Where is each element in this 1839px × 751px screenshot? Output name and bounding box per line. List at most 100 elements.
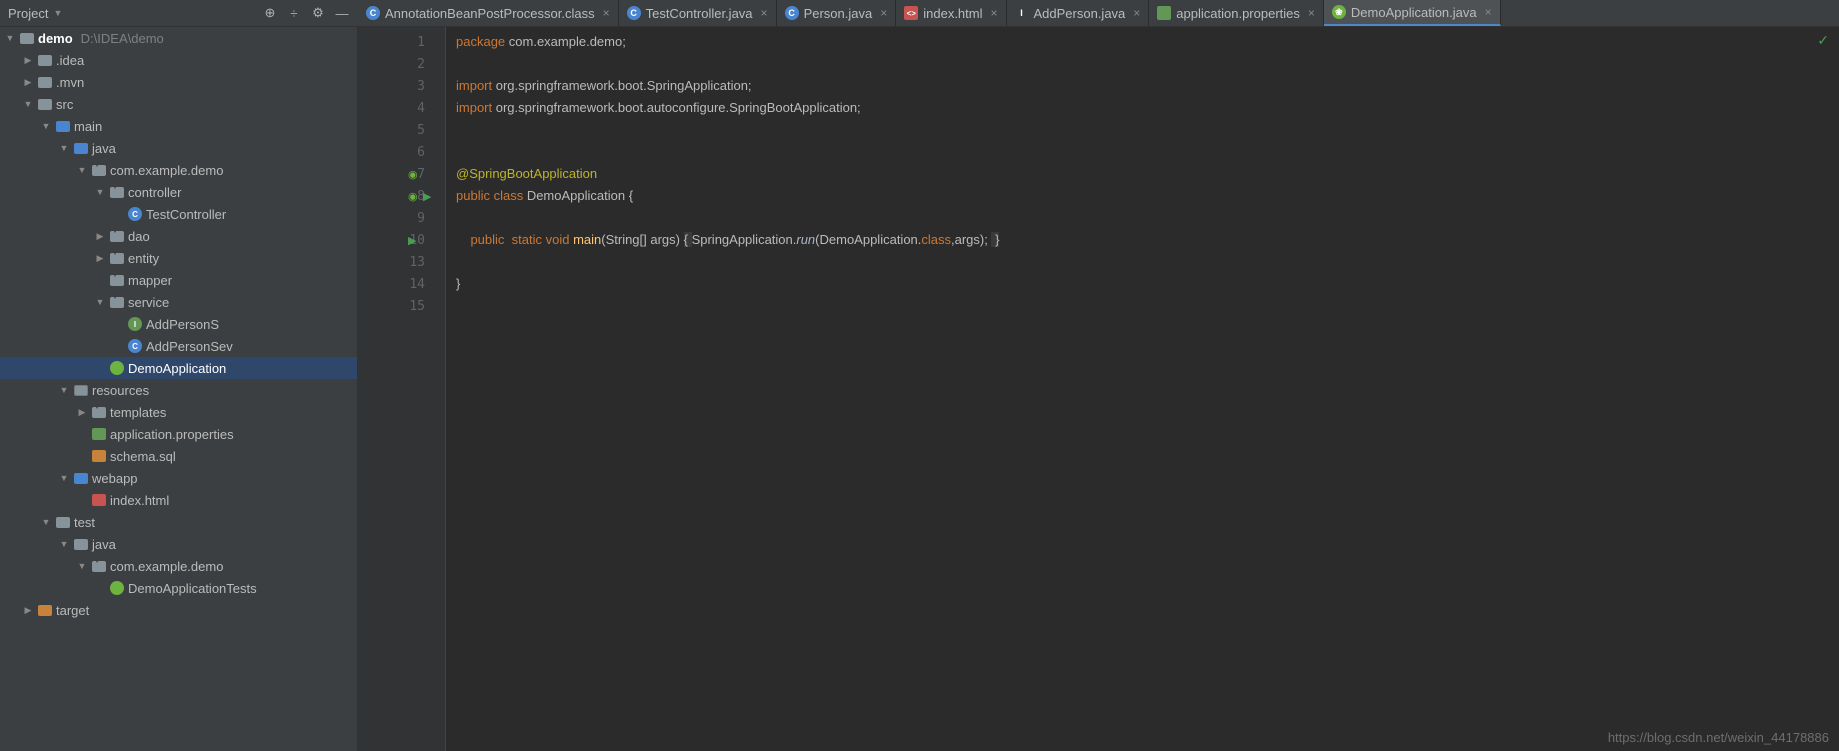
tree-node[interactable]: ▶CTestController xyxy=(0,203,357,225)
settings-icon[interactable]: ⚙ xyxy=(310,5,326,21)
line-number[interactable]: 3 xyxy=(358,75,445,97)
tree-node[interactable]: ▼ java xyxy=(0,533,357,555)
tree-node[interactable]: ▶.mvn xyxy=(0,71,357,93)
tree-arrow-icon[interactable]: ▼ xyxy=(4,33,16,43)
java-file-icon: C xyxy=(785,6,799,20)
close-icon[interactable]: × xyxy=(1485,5,1492,19)
gutter-config-icon[interactable]: ◉ xyxy=(408,190,418,203)
props-file-icon xyxy=(1157,6,1171,20)
tree-arrow-icon[interactable]: ▶ xyxy=(22,605,34,616)
code-content[interactable]: package com.example.demo; import org.spr… xyxy=(446,27,1839,751)
run-method-icon[interactable]: ▶ xyxy=(408,234,416,247)
tree-node[interactable]: ▶ templates xyxy=(0,401,357,423)
tree-node[interactable]: ▼com.example.demo xyxy=(0,555,357,577)
close-icon[interactable]: × xyxy=(603,6,610,20)
tree-node[interactable]: ▶dao xyxy=(0,225,357,247)
tree-node[interactable]: ▼java xyxy=(0,137,357,159)
tree-arrow-icon[interactable]: ▼ xyxy=(40,121,52,131)
tree-arrow-icon[interactable]: ▼ xyxy=(94,187,106,197)
tree-arrow-icon[interactable]: ▼ xyxy=(58,143,70,153)
code-keyword: import xyxy=(456,78,492,93)
tree-arrow-icon[interactable]: ▶ xyxy=(94,253,106,264)
tree-node[interactable]: ▼demoD:\IDEA\demo xyxy=(0,27,357,49)
editor-tab[interactable]: <>index.html× xyxy=(896,0,1006,26)
code-keyword: package xyxy=(456,34,505,49)
tree-node[interactable]: ▼resources xyxy=(0,379,357,401)
inspection-ok-icon[interactable]: ✓ xyxy=(1817,32,1829,49)
tree-arrow-icon[interactable]: ▼ xyxy=(40,517,52,527)
tree-node[interactable]: ▼main xyxy=(0,115,357,137)
gutter-spring-icon[interactable]: ◉ xyxy=(408,168,418,181)
tree-arrow-icon[interactable]: ▼ xyxy=(76,561,88,571)
locate-icon[interactable]: ⊕ xyxy=(262,5,278,21)
project-panel-title[interactable]: Project xyxy=(8,6,48,21)
tree-arrow-icon[interactable]: ▼ xyxy=(58,473,70,483)
code-method: run xyxy=(796,232,815,247)
close-icon[interactable]: × xyxy=(990,6,997,20)
line-number[interactable]: 10▶ xyxy=(358,229,445,251)
tree-arrow-icon[interactable]: ▼ xyxy=(58,539,70,549)
tree-node[interactable]: ▼controller xyxy=(0,181,357,203)
line-number[interactable]: 13 xyxy=(358,251,445,273)
collapse-icon[interactable]: ÷ xyxy=(286,5,302,21)
line-number[interactable]: 4 xyxy=(358,97,445,119)
tree-node[interactable]: ▶CAddPersonSev xyxy=(0,335,357,357)
editor-tab[interactable]: IAddPerson.java× xyxy=(1007,0,1150,26)
tree-node[interactable]: ▼com.example.demo xyxy=(0,159,357,181)
tree-arrow-icon[interactable]: ▶ xyxy=(22,55,34,66)
tree-node[interactable]: ▶ .idea xyxy=(0,49,357,71)
line-number[interactable]: 9 xyxy=(358,207,445,229)
tree-arrow-icon[interactable]: ▶ xyxy=(22,77,34,88)
tree-node[interactable]: ▼webapp xyxy=(0,467,357,489)
line-number[interactable]: 15 xyxy=(358,295,445,317)
line-number[interactable]: 1 xyxy=(358,31,445,53)
tree-label: templates xyxy=(110,405,166,420)
editor-tab[interactable]: application.properties× xyxy=(1149,0,1324,26)
editor-tab[interactable]: CTestController.java× xyxy=(619,0,777,26)
tree-node[interactable]: ▶DemoApplicationTests xyxy=(0,577,357,599)
line-number[interactable]: 8▶◉ xyxy=(358,185,445,207)
editor-tab[interactable]: CAnnotationBeanPostProcessor.class× xyxy=(358,0,619,26)
line-number[interactable]: 5 xyxy=(358,119,445,141)
tree-arrow-icon[interactable]: ▶ xyxy=(76,407,88,418)
line-number[interactable]: 14 xyxy=(358,273,445,295)
tree-node[interactable]: ▶index.html xyxy=(0,489,357,511)
tree-arrow-icon[interactable]: ▼ xyxy=(94,297,106,307)
java-file-icon: C xyxy=(627,6,641,20)
tree-arrow-icon[interactable]: ▶ xyxy=(94,231,106,242)
line-number[interactable]: 6 xyxy=(358,141,445,163)
project-tree[interactable]: ▼demoD:\IDEA\demo▶.idea▶.mvn▼src▼main▼ja… xyxy=(0,27,358,751)
tree-label: DemoApplication xyxy=(128,361,226,376)
tree-node[interactable]: ▶entity xyxy=(0,247,357,269)
run-class-icon[interactable]: ▶ xyxy=(423,190,431,203)
line-number[interactable]: 2 xyxy=(358,53,445,75)
code-editor[interactable]: 1234567◉8▶◉910▶131415 package com.exampl… xyxy=(358,27,1839,751)
tree-node[interactable]: ▶IAddPersonS xyxy=(0,313,357,335)
tree-label: schema.sql xyxy=(110,449,176,464)
package-icon xyxy=(92,407,106,418)
editor-tab[interactable]: ❀DemoApplication.java× xyxy=(1324,0,1501,26)
close-icon[interactable]: × xyxy=(761,6,768,20)
line-number[interactable]: 7◉ xyxy=(358,163,445,185)
close-icon[interactable]: × xyxy=(1308,6,1315,20)
tree-node[interactable]: ▶schema.sql xyxy=(0,445,357,467)
close-icon[interactable]: × xyxy=(1133,6,1140,20)
tree-label: .idea xyxy=(56,53,84,68)
tree-arrow-icon[interactable]: ▼ xyxy=(58,385,70,395)
tree-node[interactable]: ▶application.properties xyxy=(0,423,357,445)
tree-node[interactable]: ▶mapper xyxy=(0,269,357,291)
tree-arrow-icon[interactable]: ▼ xyxy=(22,99,34,109)
tree-node[interactable]: ▶DemoApplication xyxy=(0,357,357,379)
hide-icon[interactable]: — xyxy=(334,5,350,21)
close-icon[interactable]: × xyxy=(880,6,887,20)
tree-arrow-icon[interactable]: ▼ xyxy=(76,165,88,175)
tree-node[interactable]: ▼service xyxy=(0,291,357,313)
dropdown-icon[interactable]: ▼ xyxy=(53,8,62,18)
tree-node[interactable]: ▼src xyxy=(0,93,357,115)
code-annotation: @SpringBootApplication xyxy=(456,166,597,181)
class-file-icon: C xyxy=(366,6,380,20)
tree-label: java xyxy=(92,537,116,552)
editor-tab[interactable]: CPerson.java× xyxy=(777,0,897,26)
tree-node[interactable]: ▼test xyxy=(0,511,357,533)
tree-node[interactable]: ▶target xyxy=(0,599,357,621)
